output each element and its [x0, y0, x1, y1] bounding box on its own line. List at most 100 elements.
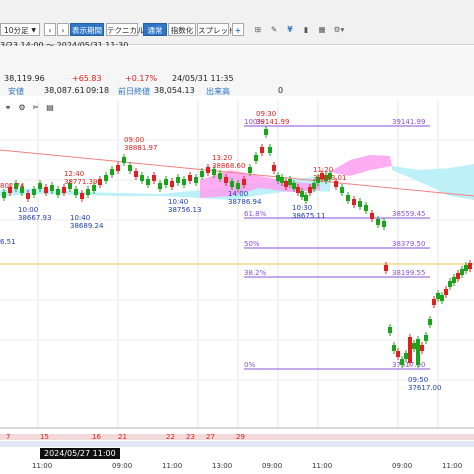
candle-body [104, 175, 108, 181]
fib-pct-label: 38.2% [244, 269, 267, 277]
candle-body [32, 189, 36, 195]
candle-body [340, 187, 344, 193]
annotation-price: 38868.60 [212, 162, 245, 170]
tab-normal[interactable]: 通常 [143, 23, 167, 36]
candle-body [352, 199, 356, 205]
candle-body [74, 189, 78, 195]
candle-body [464, 265, 468, 271]
price-annotations: 09:0038881.97 12:4038771.39 13:2038868.60 1… [0, 110, 441, 392]
prev-button[interactable]: ‹ [44, 23, 56, 36]
candle-body [276, 175, 280, 181]
annotation-price: 38863.01 [313, 174, 346, 182]
time-axis-label: 09:00 [112, 462, 132, 470]
prev-close-value: 38,054.13 [154, 86, 195, 95]
candle-body [388, 327, 392, 333]
candle-body [128, 165, 132, 171]
volume-value: 0 [278, 86, 284, 95]
candle-body [188, 175, 192, 181]
candle-body [50, 185, 54, 191]
candle-body [194, 177, 198, 183]
time-axis-label: 11:00 [312, 462, 332, 470]
tab-display-period[interactable]: 表示期間 [70, 23, 104, 36]
annotation-price: 6.51 [0, 238, 16, 246]
tab-index[interactable]: 指数化 [168, 23, 196, 36]
candle-body [346, 195, 350, 201]
fib-price-label: 38379.50 [392, 240, 425, 248]
current-price: 38,119.96 [4, 74, 45, 83]
candle-body [448, 281, 452, 287]
candle-body [224, 177, 228, 183]
candle-body [424, 335, 428, 341]
fib-pct-label: 50% [244, 240, 260, 248]
chevron-down-icon: ▼ [31, 27, 36, 34]
time-axis-label: 11:00 [442, 462, 462, 470]
day-marker: 23 [186, 433, 195, 441]
annotation-time: 09:50 [408, 376, 428, 384]
annotation-time: 10:30 [292, 204, 312, 212]
tab-technical[interactable]: テクニカル [106, 23, 145, 36]
candle-body [164, 179, 168, 185]
candle-body [384, 265, 388, 271]
chevron-right-icon: › [61, 26, 65, 35]
day-marker: 16 [92, 433, 101, 441]
candle-body [296, 187, 300, 193]
bar-chart-icon[interactable]: ▮ [300, 23, 312, 36]
price-chart[interactable]: 100% 39141.9961.8% 38559.4550% 38379.5038.2… [0, 96, 474, 474]
cloud-band [330, 155, 392, 176]
annotation-price: 38786.94 [228, 198, 262, 206]
candle-body [110, 169, 114, 175]
candle-body [460, 269, 464, 275]
chart-toolbar: 10分足 ▼ ‹ › 表示期間 テクニカル 通常 指数化 スプレッド + ⊞ ✎… [0, 0, 474, 50]
annotation-price: 802.74 [0, 182, 25, 190]
candle-body [444, 289, 448, 295]
candle-body [2, 192, 6, 198]
time-axis-label: 11:00 [32, 462, 52, 470]
candle-body [432, 299, 436, 305]
candle-body [260, 147, 264, 153]
candle-body [292, 183, 296, 189]
candle-body [304, 195, 308, 201]
candle-body [248, 167, 252, 173]
quote-panel: ⚭ ⚙ ✂ ▤ 38,119.96 +65.83 +0.17% 24/05/31… [0, 46, 474, 112]
candle-body [116, 165, 120, 171]
candle-body [206, 167, 210, 173]
next-button[interactable]: › [57, 23, 69, 36]
candle-body [456, 273, 460, 279]
candle-body [200, 171, 204, 177]
plus-icon[interactable]: + [232, 23, 244, 36]
time-axis-label: 11:00 [162, 462, 182, 470]
ruler-icon[interactable]: ⊞ [252, 23, 264, 36]
pencil-icon[interactable]: ✎ [268, 23, 280, 36]
settings-icon[interactable]: ⚙▾ [332, 23, 346, 36]
day-marker: 29 [236, 433, 245, 441]
candle-body [382, 221, 386, 227]
candle-body [308, 187, 312, 193]
fibonacci-retracement[interactable]: 100% 39141.9961.8% 38559.4550% 38379.5038.2… [244, 118, 430, 370]
candle-body [62, 187, 66, 193]
candle-body [158, 183, 162, 189]
candle-body [412, 343, 416, 349]
day-marker: 27 [206, 433, 215, 441]
candle-body [312, 183, 316, 189]
candle-body [242, 179, 246, 185]
low-value: 38,087.61 [44, 86, 85, 95]
day-marker: 7 [6, 433, 10, 441]
tab-spread[interactable]: スプレッド [197, 23, 236, 36]
fibonacci-icon[interactable]: ¥ [284, 23, 296, 36]
candle-body [38, 183, 42, 189]
time-axis-label: 13:00 [212, 462, 232, 470]
candle-body [400, 359, 404, 365]
interval-select-label: 10分足 [4, 26, 29, 35]
annotation-time: 10:40 [168, 198, 188, 206]
candle-body [280, 177, 284, 183]
annotation-time: 10:00 [18, 206, 38, 214]
candle-body [218, 173, 222, 179]
candle-body [230, 181, 234, 187]
interval-select[interactable]: 10分足 ▼ [0, 23, 40, 36]
annotation-price: 37617.00 [408, 384, 441, 392]
grid-icon[interactable]: ▦ [316, 23, 328, 36]
candle-body [420, 345, 424, 351]
fib-pct-label: 0% [244, 361, 255, 369]
candle-body [440, 295, 444, 301]
annotation-time: 12:40 [64, 170, 84, 178]
